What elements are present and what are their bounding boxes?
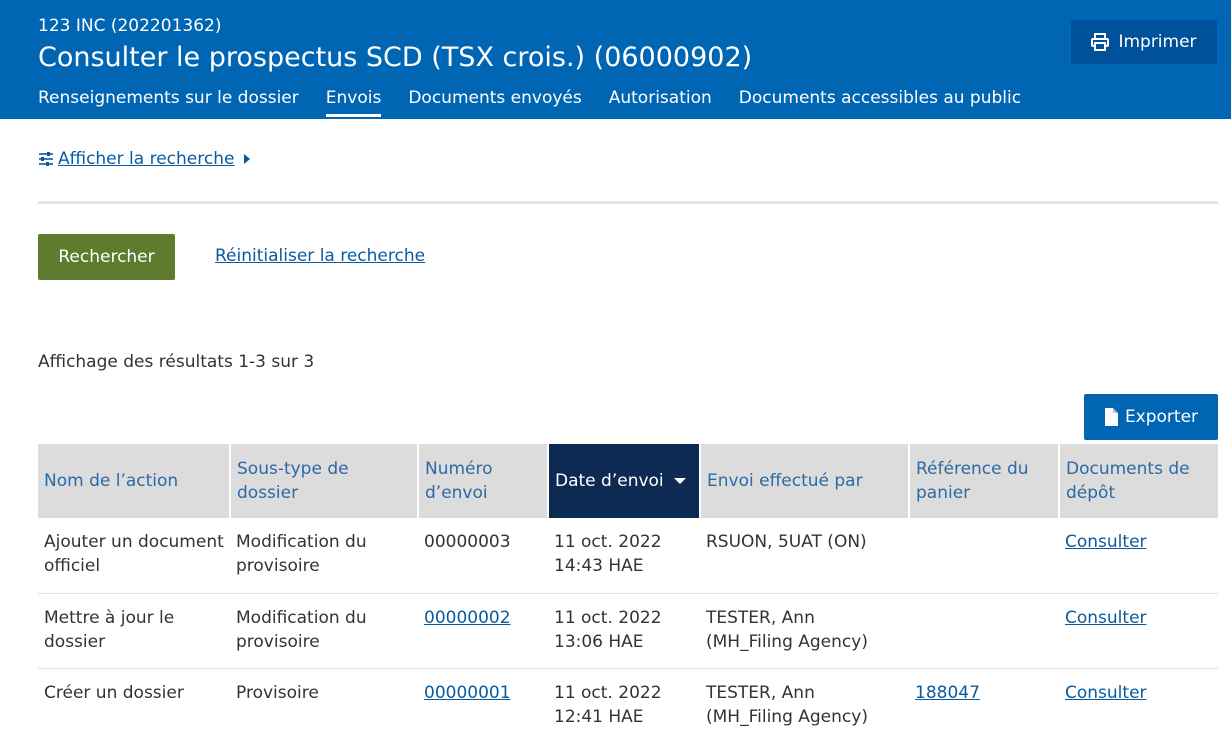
file-icon xyxy=(1104,408,1118,426)
cell-cart: 188047 xyxy=(909,668,1059,739)
cell-cart xyxy=(909,518,1059,594)
cell-date-day: 11 oct. 2022 xyxy=(554,532,662,552)
cell-cart xyxy=(909,593,1059,669)
cell-subtype: Provisoire xyxy=(236,682,319,703)
cell-subtype: Modification du provisoire xyxy=(230,518,418,594)
page-title: Consulter le prospectus SCD (TSX crois.)… xyxy=(38,42,753,73)
column-header-docs[interactable]: Documents de dépôt xyxy=(1059,444,1218,518)
tab-bar: Renseignements sur le dossier Envois Doc… xyxy=(38,87,1048,117)
column-header-cart[interactable]: Référence du panier xyxy=(909,444,1060,518)
submission-number-link[interactable]: 00000001 xyxy=(424,683,511,703)
cell-date: 11 oct. 2022 14:43 HAE xyxy=(548,518,700,594)
cell-subtype: Modification du provisoire xyxy=(230,593,418,669)
cell-action: Créer un dossier xyxy=(44,682,184,703)
cell-date-day: 11 oct. 2022 xyxy=(554,682,662,703)
cart-reference-link[interactable]: 188047 xyxy=(915,683,980,703)
cell-action: Ajouter un document officiel xyxy=(38,518,230,594)
submission-number-link[interactable]: 00000002 xyxy=(424,608,511,628)
cell-by: RSUON, 5UAT (ON) xyxy=(700,518,909,594)
show-search-label: Afficher la recherche xyxy=(58,149,235,169)
cell-date-time: 12:41 HAE xyxy=(554,706,644,727)
reset-search-link[interactable]: Réinitialiser la recherche xyxy=(215,246,425,266)
tab-sent-documents[interactable]: Documents envoyés xyxy=(408,87,581,117)
column-header-by[interactable]: Envoi effectué par xyxy=(700,444,910,518)
column-header-date-label: Date d’envoi xyxy=(555,471,664,491)
cell-docs: Consulter xyxy=(1059,518,1218,594)
cell-number: 00000002 xyxy=(418,593,548,669)
print-button[interactable]: Imprimer xyxy=(1071,20,1217,64)
tab-authorization[interactable]: Autorisation xyxy=(609,87,712,117)
cell-date: 11 oct. 2022 13:06 HAE xyxy=(548,593,700,669)
table-row: Créer un dossier Provisoire 00000001 11 … xyxy=(38,668,1218,739)
page-header: 123 INC (202201362) Consulter le prospec… xyxy=(0,0,1231,119)
table-header-row: Nom de l’action Sous-type de dossier Num… xyxy=(38,444,1218,518)
show-search-toggle[interactable]: Afficher la recherche xyxy=(38,149,251,169)
cell-by: TESTER, Ann (MH_Filing Agency) xyxy=(706,682,868,727)
print-button-label: Imprimer xyxy=(1118,32,1197,52)
tab-envois[interactable]: Envois xyxy=(325,87,382,117)
tab-public-documents[interactable]: Documents accessibles au public xyxy=(739,87,1021,117)
results-summary: Affichage des résultats 1-3 sur 3 xyxy=(38,352,315,372)
column-header-action[interactable]: Nom de l’action xyxy=(38,444,231,518)
table-row: Ajouter un document officiel Modificatio… xyxy=(38,518,1218,594)
sliders-icon xyxy=(39,152,53,166)
cell-date-day: 11 oct. 2022 xyxy=(554,607,662,628)
divider xyxy=(38,201,1218,204)
cell-number: 00000003 xyxy=(418,518,548,594)
consult-link[interactable]: Consulter xyxy=(1065,683,1147,703)
table-row: Mettre à jour le dossier Modification du… xyxy=(38,593,1218,669)
caret-right-icon xyxy=(244,154,251,164)
tab-dossier-info[interactable]: Renseignements sur le dossier xyxy=(38,87,299,117)
column-header-subtype[interactable]: Sous-type de dossier xyxy=(230,444,419,518)
results-table: Nom de l’action Sous-type de dossier Num… xyxy=(38,444,1218,739)
cell-date-time: 14:43 HAE xyxy=(554,556,644,576)
caret-down-icon xyxy=(673,478,686,484)
cell-docs: Consulter xyxy=(1059,593,1218,669)
cell-date-time: 13:06 HAE xyxy=(554,631,644,652)
search-button[interactable]: Rechercher xyxy=(38,234,175,280)
consult-link[interactable]: Consulter xyxy=(1065,608,1147,628)
company-name: 123 INC (202201362) xyxy=(38,16,222,36)
cell-docs: Consulter xyxy=(1059,668,1218,739)
export-button[interactable]: Exporter xyxy=(1084,394,1218,440)
cell-number: 00000001 xyxy=(418,668,548,739)
column-header-date[interactable]: Date d’envoi xyxy=(548,444,701,518)
printer-icon xyxy=(1091,33,1110,51)
export-button-label: Exporter xyxy=(1124,407,1199,427)
cell-action: Mettre à jour le dossier xyxy=(38,593,230,669)
cell-date: 11 oct. 2022 12:41 HAE xyxy=(548,668,700,739)
column-header-number[interactable]: Numéro d’envoi xyxy=(418,444,549,518)
cell-by: TESTER, Ann (MH_Filing Agency) xyxy=(700,593,909,669)
consult-link[interactable]: Consulter xyxy=(1065,532,1147,552)
